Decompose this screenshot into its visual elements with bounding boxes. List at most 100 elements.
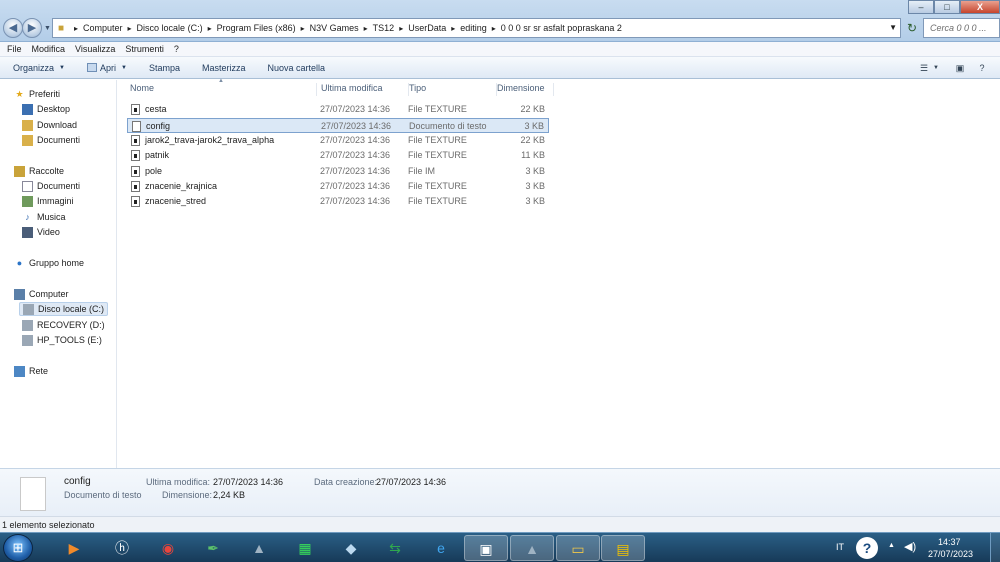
window-app-icon[interactable]: ▣	[464, 535, 508, 561]
cube-app-icon[interactable]: ◆	[329, 535, 373, 561]
game-launcher-icon[interactable]: ▲	[510, 535, 554, 561]
menu-tools[interactable]: Strumenti	[125, 44, 164, 54]
change-view-icon[interactable]: ☰	[916, 61, 932, 75]
column-header-modified[interactable]: Ultima modifica	[321, 83, 409, 96]
breadcrumb-item[interactable]: ▸ Computer	[69, 23, 123, 33]
menu-edit[interactable]: Modifica	[32, 44, 66, 54]
file-row[interactable]: pole 27/07/2023 14:36 File IM 3 KB	[127, 164, 549, 179]
text-file-icon	[132, 121, 141, 132]
language-indicator[interactable]: IT	[836, 542, 844, 552]
truck-game-icon[interactable]: ▤	[601, 535, 645, 561]
organize-button[interactable]: Organizza ▼	[7, 63, 71, 73]
close-button[interactable]: X	[960, 0, 1000, 14]
clock-time[interactable]: 14:37	[938, 537, 961, 547]
minimize-button[interactable]: –	[908, 0, 934, 14]
nav-favorites[interactable]: ★ Preferiti	[14, 87, 60, 101]
file-name: patnik	[145, 150, 170, 160]
music-icon: ♪	[25, 211, 30, 222]
file-modified: 27/07/2023 14:36	[320, 166, 391, 176]
file-name: znacenie_krajnica	[145, 181, 218, 191]
nav-item-video[interactable]: Video	[22, 225, 60, 239]
nav-item-drive-c[interactable]: Disco locale (C:)	[19, 302, 109, 316]
hp-icon[interactable]: ⓗ	[100, 535, 144, 561]
nav-libraries[interactable]: Raccolte	[14, 164, 64, 178]
address-bar[interactable]: ■ ▸ Computer ▸ Disco locale (C:) ▸ Program …	[52, 18, 901, 38]
breadcrumb-item[interactable]: ▸ editing	[446, 23, 487, 33]
game-launcher-icon[interactable]: ▲	[237, 535, 281, 561]
file-size: 3 KB	[525, 166, 545, 176]
excel-icon[interactable]: ⇆	[373, 535, 417, 561]
help-icon[interactable]: ?	[856, 537, 878, 559]
chrome-icon[interactable]: ◉	[146, 535, 190, 561]
menu-view[interactable]: Visualizza	[75, 44, 115, 54]
explorer-folder-icon[interactable]: ▭	[556, 535, 600, 561]
nav-item-documents[interactable]: Documenti	[22, 133, 80, 147]
breadcrumb-separator-icon: ▸	[207, 23, 212, 33]
search-input[interactable]: Cerca 0 0 0 ...	[923, 18, 1000, 38]
new-folder-button[interactable]: Nuova cartella	[262, 63, 332, 73]
show-desktop-button[interactable]	[990, 533, 1000, 562]
breadcrumb-item[interactable]: ▸ UserData	[394, 23, 446, 33]
address-history-dropdown[interactable]: ▼	[889, 23, 897, 32]
file-row[interactable]: patnik 27/07/2023 14:36 File TEXTURE 11 …	[127, 148, 549, 163]
nav-item-drive-e[interactable]: HP_TOOLS (E:)	[22, 333, 102, 347]
preview-pane-icon[interactable]: ▣	[952, 61, 968, 75]
maximize-button[interactable]: □	[934, 0, 960, 14]
file-row[interactable]: znacenie_stred 27/07/2023 14:36 File TEX…	[127, 194, 549, 209]
nav-computer[interactable]: Computer	[14, 287, 69, 301]
menu-file[interactable]: File	[7, 44, 22, 54]
internet-explorer-icon[interactable]: e	[419, 535, 463, 561]
refresh-icon[interactable]: ↻	[903, 18, 921, 38]
nav-network[interactable]: Rete	[14, 364, 48, 378]
breadcrumb-item[interactable]: ▸ N3V Games	[296, 23, 359, 33]
back-arrow-icon: ◀	[8, 22, 18, 34]
clock-date[interactable]: 27/07/2023	[928, 549, 973, 559]
details-created-label: Data creazione:	[314, 477, 378, 487]
help-icon[interactable]: ?	[974, 61, 990, 75]
breadcrumb-label: Computer	[83, 23, 123, 33]
volume-icon[interactable]: ◀)	[904, 540, 916, 553]
grid-app-icon[interactable]: ▦	[283, 535, 327, 561]
nav-label: Raccolte	[29, 166, 65, 176]
nav-label: Desktop	[37, 104, 71, 114]
column-header-type[interactable]: Tipo	[409, 83, 497, 96]
nav-label: HP_TOOLS (E:)	[37, 335, 102, 345]
open-button[interactable]: Apri ▼	[81, 63, 133, 73]
nav-item-pictures[interactable]: Immagini	[22, 194, 74, 208]
quill-icon[interactable]: ✒	[191, 535, 235, 561]
file-name: znacenie_stred	[145, 196, 207, 206]
column-header-size[interactable]: Dimensione	[497, 83, 554, 96]
chevron-down-icon: ▼	[121, 64, 127, 71]
burn-button[interactable]: Masterizza	[196, 63, 252, 73]
recent-pages-dropdown[interactable]: ▼	[44, 25, 51, 32]
system-tray: IT ? ▲ ◀) 14:37 27/07/2023	[830, 533, 1000, 562]
nav-item-music[interactable]: ♪ Musica	[22, 210, 65, 224]
show-hidden-icons-icon[interactable]: ▲	[888, 542, 895, 549]
open-label: Apri	[99, 62, 116, 73]
nav-homegroup[interactable]: ● Gruppo home	[14, 256, 84, 270]
file-row[interactable]: cesta 27/07/2023 14:36 File TEXTURE 22 K…	[127, 102, 549, 117]
chevron-down-icon[interactable]: ▼	[932, 61, 940, 75]
file-row[interactable]: znacenie_krajnica 27/07/2023 14:36 File …	[127, 179, 549, 194]
breadcrumb-separator-icon: ▸	[127, 23, 132, 33]
nav-item-drive-d[interactable]: RECOVERY (D:)	[22, 318, 105, 332]
menu-help[interactable]: ?	[174, 44, 179, 54]
media-player-icon[interactable]: ▶	[52, 535, 96, 561]
breadcrumb-item[interactable]: ▸ 0 0 0 sr sr asfalt popraskana 2	[487, 23, 622, 33]
back-button[interactable]: ◀	[3, 18, 23, 38]
breadcrumb-item[interactable]: ▸ Disco locale (C:)	[123, 23, 203, 33]
computer-icon	[14, 288, 25, 300]
print-button[interactable]: Stampa	[143, 63, 186, 73]
file-row[interactable]: jarok2_trava-jarok2_trava_alpha 27/07/20…	[127, 133, 549, 148]
nav-item-download[interactable]: Download	[22, 118, 77, 132]
start-button[interactable]: ⊞	[3, 534, 33, 562]
forward-button[interactable]: ▶	[22, 18, 42, 38]
breadcrumb-item[interactable]: ▸ TS12	[359, 23, 395, 33]
title-bar: ◀ ▶ ▼ ■ ▸ Computer ▸ Disco locale (C:) ▸ Pr…	[0, 0, 1000, 42]
column-header-name[interactable]: Nome	[130, 83, 317, 96]
file-type: File TEXTURE	[408, 196, 467, 206]
file-row-selected[interactable]: config 27/07/2023 14:36 Documento di tes…	[127, 118, 549, 133]
nav-item-desktop[interactable]: Desktop	[22, 102, 70, 116]
breadcrumb-item[interactable]: ▸ Program Files (x86)	[203, 23, 296, 33]
nav-item-lib-documents[interactable]: Documenti	[22, 179, 80, 193]
